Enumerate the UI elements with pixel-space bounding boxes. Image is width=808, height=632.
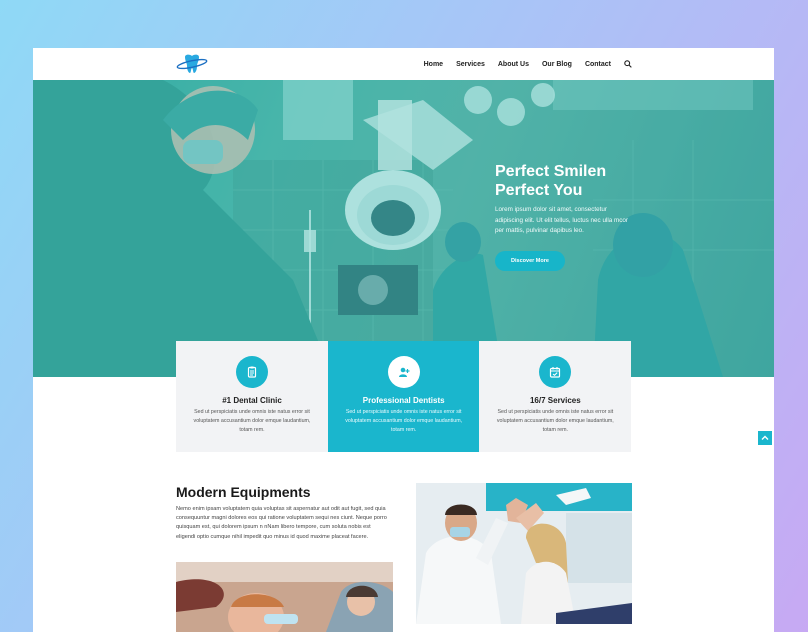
nav-services[interactable]: Services [456,61,485,68]
feature-card-dental-clinic[interactable]: #1 Dental Clinic Sed ut perspiciatis und… [176,341,328,452]
hero-description: Lorem ipsum dolor sit amet, consectetur … [495,206,628,234]
chevron-up-icon [761,435,769,440]
feature-card-title: #1 Dental Clinic [222,396,282,405]
feature-cards: #1 Dental Clinic Sed ut perspiciatis und… [176,341,632,452]
feature-card-title: 16/7 Services [529,396,581,405]
page: Home Services About Us Our Blog Contact [33,48,774,632]
discover-more-button[interactable]: Discover More [495,251,565,271]
child-dental-exam-photo [176,562,393,632]
search-icon[interactable] [624,60,632,68]
calendar-check-icon [539,356,572,388]
feature-card-services[interactable]: 16/7 Services Sed ut perspiciatis unde o… [479,341,632,452]
hero-banner: Perfect Smilen Perfect You Lorem ipsum d… [33,80,774,377]
nav-our-blog[interactable]: Our Blog [542,61,572,68]
hero-surgery-image [33,80,774,377]
feature-card-text: Sed ut perspiciatis unde omnis iste natu… [193,409,311,433]
site-header: Home Services About Us Our Blog Contact [33,48,774,80]
add-user-icon [387,356,420,388]
main-nav: Home Services About Us Our Blog Contact [424,48,632,80]
nav-contact[interactable]: Contact [585,61,611,68]
hero-title: Perfect Smilen Perfect You [495,162,655,200]
clipboard-icon [236,356,268,388]
nav-home[interactable]: Home [424,61,443,68]
hero-title-line2: Perfect You [495,182,583,199]
nav-about-us[interactable]: About Us [498,61,529,68]
tooth-logo-icon[interactable] [176,53,208,75]
hero-title-line1: Perfect Smilen [495,163,607,180]
section-text: Nemo enim ipsam voluptatem quia voluptas… [176,506,387,540]
scroll-to-top-button[interactable] [758,431,772,445]
dentist-high-five-photo [416,483,632,624]
feature-card-professional-dentists[interactable]: Professional Dentists Sed ut perspiciati… [327,341,480,452]
feature-card-text: Sed ut perspiciatis unde omnis iste natu… [496,409,614,433]
feature-card-text: Sed ut perspiciatis unde omnis iste natu… [345,409,463,433]
feature-card-title: Professional Dentists [362,396,445,405]
section-title: Modern Equipments [176,484,311,500]
